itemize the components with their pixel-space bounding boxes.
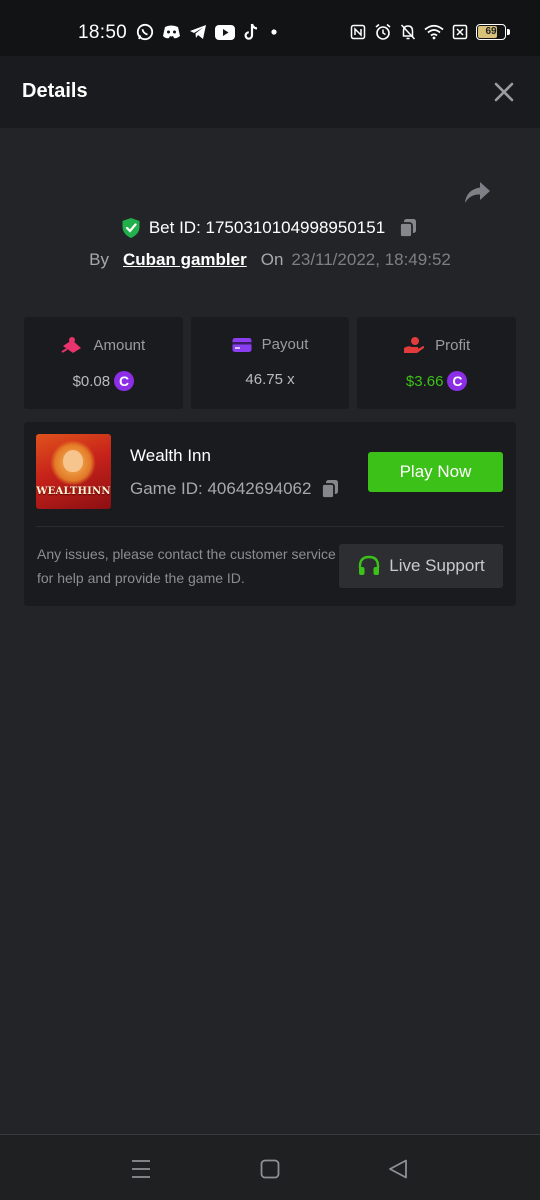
whatsapp-icon <box>136 23 154 41</box>
game-thumbnail[interactable]: WEALTHINN <box>36 434 111 509</box>
status-system-icons: 69 <box>350 23 510 41</box>
alarm-icon <box>375 23 391 40</box>
username-link[interactable]: Cuban gambler <box>123 250 247 270</box>
menu-lines-icon <box>132 1160 150 1178</box>
home-square-icon <box>260 1159 280 1179</box>
tiktok-icon <box>244 23 258 40</box>
sim-off-icon <box>452 24 468 40</box>
divider <box>36 526 504 527</box>
battery-icon: 69 <box>476 24 510 40</box>
support-info-text: Any issues, please contact the customer … <box>37 546 336 586</box>
coin-icon: C <box>447 371 468 391</box>
on-label: On <box>260 250 284 269</box>
close-button[interactable] <box>492 80 516 104</box>
copy-bet-id-icon[interactable] <box>397 217 419 239</box>
game-id: Game ID: 40642694062 <box>130 479 312 498</box>
amount-label: Amount <box>93 336 146 354</box>
bet-id: Bet ID: 1750310104998950151 <box>148 218 386 237</box>
profit-card: Profit $3.66 C <box>357 317 517 409</box>
payout-value: 46.75 x <box>245 371 295 388</box>
payout-card-icon <box>232 337 252 352</box>
payout-label: Payout <box>261 336 309 353</box>
telegram-icon <box>190 25 206 39</box>
nav-recents-button[interactable] <box>129 1157 153 1181</box>
system-nav-bar <box>0 1134 540 1200</box>
youtube-icon <box>215 24 235 40</box>
close-icon <box>494 82 514 102</box>
by-label: By <box>89 250 109 269</box>
status-time: 18:50 <box>78 22 128 43</box>
battery-level: 69 <box>485 26 497 37</box>
status-bar: 18:50 69 <box>0 0 540 56</box>
game-id-row: Game ID: 40642694062 <box>130 478 341 500</box>
game-name: Wealth Inn <box>130 446 211 465</box>
payout-card: Payout 46.75 x <box>190 317 350 409</box>
discord-icon <box>163 25 180 39</box>
wifi-icon <box>424 24 444 40</box>
play-now-button[interactable]: Play Now <box>368 452 503 492</box>
bet-date: 23/11/2022, 18:49:52 <box>291 250 451 269</box>
page-title: Details <box>22 80 88 102</box>
dot-icon <box>271 29 277 35</box>
live-support-label: Live Support <box>389 556 485 575</box>
amount-icon <box>61 337 82 353</box>
nav-home-button[interactable] <box>258 1157 282 1181</box>
amount-value: $0.08 <box>72 372 111 390</box>
profit-value: $3.66 <box>405 372 444 390</box>
copy-game-id-icon[interactable] <box>319 478 341 500</box>
amount-card: Amount $0.08 C <box>24 317 183 409</box>
bet-id-row: Bet ID: 1750310104998950151 <box>0 217 540 239</box>
shield-check-icon <box>122 218 140 238</box>
coin-icon: C <box>114 371 135 391</box>
game-thumbnail-title: WEALTHINN <box>36 486 111 497</box>
profit-hand-icon <box>404 337 425 353</box>
nav-back-button[interactable] <box>386 1157 410 1181</box>
bet-byline: By Cuban gambler On 23/11/2022, 18:49:52 <box>0 250 540 270</box>
details-header: Details <box>0 56 540 128</box>
live-support-button[interactable]: Live Support <box>339 544 503 588</box>
headset-icon <box>359 555 380 575</box>
bet-stats: Amount $0.08 C Payout 46.75 x Profit $3.… <box>24 317 517 409</box>
nfc-icon <box>350 24 366 40</box>
mute-bell-icon <box>400 24 416 40</box>
status-app-icons <box>136 23 281 41</box>
profit-label: Profit <box>435 336 471 354</box>
game-card: WEALTHINN Wealth Inn Game ID: 4064269406… <box>24 422 516 606</box>
back-triangle-icon <box>389 1159 407 1179</box>
share-arrow-icon <box>465 182 490 203</box>
share-button[interactable] <box>462 178 492 208</box>
